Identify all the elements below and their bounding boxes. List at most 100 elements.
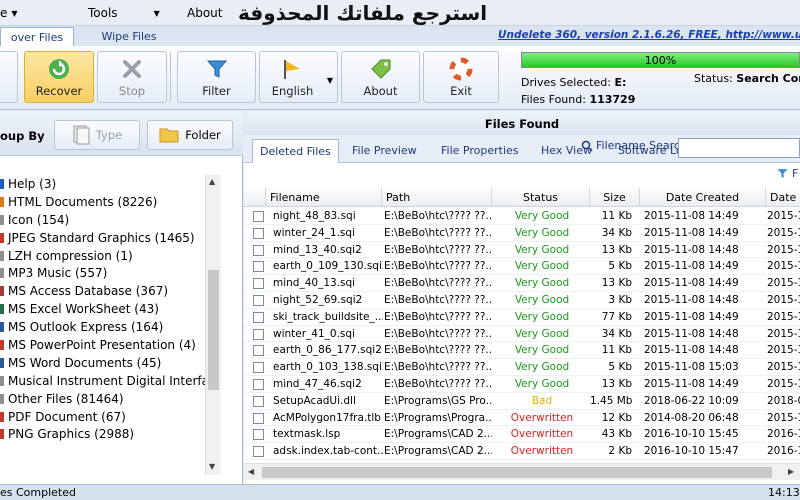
row-checkbox[interactable] (253, 446, 264, 458)
search-status: Status: Search Comp (694, 72, 800, 85)
table-row[interactable]: earth_0_109_130.sqi2 E:\BeBo\htc\???? ??.… (244, 258, 800, 276)
table-row[interactable]: night_52_69.sqi2 E:\BeBo\htc\???? ??... Ve… (244, 292, 800, 309)
tree-item[interactable]: JPEG Standard Graphics (1465) (0, 229, 206, 247)
stop-button[interactable]: Stop (97, 51, 167, 103)
tab-deleted-files[interactable]: Deleted Files (252, 139, 339, 163)
tree-item[interactable]: HTML Documents (8226) (0, 193, 206, 211)
scrollbar-thumb[interactable] (208, 270, 219, 390)
tree-item[interactable]: MS PowerPoint Presentation (4) (0, 336, 206, 354)
about-button[interactable]: About (341, 51, 420, 103)
tree-item[interactable]: Icon (154) (0, 211, 206, 229)
table-row[interactable]: mind_47_46.sqi2 E:\BeBo\htc\???? ??... Ver… (244, 376, 800, 393)
table-row[interactable]: textmask.lsp E:\Programs\CAD 2... Overwrit… (244, 426, 800, 444)
tree-item[interactable]: MS Excel WorkSheet (43) (0, 300, 206, 318)
row-checkbox[interactable] (253, 345, 264, 357)
tree-item[interactable]: Help (3) (0, 175, 206, 193)
tree-item[interactable]: MP3 Music (557) (0, 264, 206, 282)
table-row[interactable]: ski_track_buildsite_... E:\BeBo\htc\???? … (244, 309, 800, 326)
group-folder-label: Folder (185, 128, 221, 142)
header-path[interactable]: Path (382, 188, 492, 207)
row-checkbox[interactable] (253, 295, 264, 306)
tree-item[interactable]: Other Files (81464) (0, 390, 206, 408)
table-row[interactable]: night_48_83.sqi E:\BeBo\htc\???? ??... Ver… (244, 208, 800, 225)
row-checkbox[interactable] (253, 211, 264, 222)
cell-filename: earth_0_103_138.sqi2 (273, 361, 383, 374)
file-type-icon (0, 250, 4, 261)
tree-item-label: PNG Graphics (2988) (8, 427, 135, 442)
tree-item[interactable]: MS Access Database (367) (0, 282, 206, 300)
row-checkbox[interactable] (253, 278, 264, 290)
scroll-right-icon[interactable]: ▶ (788, 467, 794, 476)
menu-about[interactable]: About (187, 6, 222, 20)
row-checkbox[interactable] (253, 244, 264, 256)
table-row[interactable]: earth_0_103_138.sqi2 E:\BeBo\htc\???? ??.… (244, 359, 800, 376)
header-size[interactable]: Size (590, 188, 640, 207)
tree-item[interactable]: MS Word Documents (45) (0, 354, 206, 372)
tree-item[interactable]: MS Outlook Express (164) (0, 318, 206, 336)
scrollbar-thumb[interactable] (262, 467, 772, 478)
row-checkbox[interactable] (253, 412, 264, 424)
group-folder-button[interactable]: Folder (147, 120, 233, 150)
table-row[interactable]: earth_0_86_177.sqi2 E:\BeBo\htc\???? ??..… (244, 342, 800, 360)
tab-wipe-files[interactable]: Wipe Files (80, 27, 178, 46)
tree-item[interactable]: Musical Instrument Digital Interface (0, 372, 206, 390)
cell-filename: mind_13_40.sqi2 (273, 243, 362, 256)
menu-file[interactable]: e ▼ (0, 6, 18, 20)
filename-search-input[interactable] (678, 138, 800, 158)
header-filename[interactable]: Filename (266, 188, 382, 207)
cell-path: E:\BeBo\htc\???? ??... (384, 378, 492, 390)
status-bar-time: 14:13 (768, 486, 800, 499)
group-type-button[interactable]: Type (54, 120, 140, 150)
tree-item-label: LZH compression (1) (8, 248, 133, 263)
language-button[interactable]: English ▼ (259, 51, 338, 103)
table-row[interactable]: winter_24_1.sqi E:\BeBo\htc\???? ??... Ver… (244, 225, 800, 242)
tree-item[interactable]: LZH compression (1) (0, 247, 206, 265)
app-version-link[interactable]: Undelete 360, version 2.1.6.26, FREE, ht… (498, 29, 800, 41)
file-type-icon (0, 393, 4, 404)
header-date-modified[interactable]: Date (766, 188, 800, 207)
table-row[interactable]: mind_40_13.sqi E:\BeBo\htc\???? ??... Very… (244, 275, 800, 292)
recover-button[interactable]: Recover (24, 51, 94, 103)
cell-size: 5 Kb (608, 361, 632, 374)
header-checkbox[interactable] (244, 188, 266, 207)
menu-bar: e ▼ Tools ▼ About استرجع ملفاتك المحذوفة (0, 0, 800, 26)
row-checkbox[interactable] (253, 227, 264, 239)
row-checkbox[interactable] (253, 362, 264, 374)
cell-path: E:\BeBo\htc\???? ??... (384, 361, 492, 374)
row-checkbox[interactable] (253, 429, 264, 441)
row-checkbox[interactable] (253, 311, 264, 323)
cell-date-created: 2015-11-08 14:48 (644, 243, 739, 256)
exit-button[interactable]: Exit (423, 51, 499, 103)
row-checkbox[interactable] (253, 379, 264, 390)
tree-item[interactable]: PNG Graphics (2988) (0, 425, 206, 443)
header-status[interactable]: Status (492, 188, 590, 207)
table-hscrollbar[interactable]: ◀ ▶ (244, 463, 800, 480)
cell-status: Overwritten (510, 445, 574, 458)
table-row[interactable]: adsk.index.tab-cont... E:\Programs\CAD 2.… (244, 443, 800, 460)
table-row[interactable]: winter_41_0.sqi E:\BeBo\htc\???? ??... Ver… (244, 326, 800, 343)
cell-filename: night_52_69.sqi2 (273, 294, 363, 306)
cell-size: 1.45 Mb (590, 394, 632, 407)
menu-tools[interactable]: Tools ▼ (88, 6, 160, 20)
tab-recover-files[interactable]: over Files (0, 27, 74, 46)
left-panel: oup By Type Folder Help (3) HTML Document… (0, 111, 243, 484)
table-row[interactable]: AcMPolygon17fra.tlb E:\Programs\Progra...… (244, 410, 800, 427)
filter-button[interactable]: Filter (177, 51, 256, 103)
tab-file-preview[interactable]: File Preview (352, 144, 417, 157)
tree-scrollbar[interactable]: ▲ ▼ (205, 175, 221, 475)
header-date-created[interactable]: Date Created (640, 188, 766, 207)
folder-icon (159, 128, 179, 143)
scan-button[interactable] (0, 51, 18, 103)
row-checkbox[interactable] (253, 395, 264, 407)
scroll-left-icon[interactable]: ◀ (248, 467, 254, 476)
tab-file-properties[interactable]: File Properties (441, 144, 519, 157)
cell-date-created: 2015-11-08 14:48 (644, 344, 739, 357)
scroll-down-icon[interactable]: ▼ (209, 462, 215, 471)
tree-item[interactable]: PDF Document (67) (0, 408, 206, 426)
row-checkbox[interactable] (253, 328, 264, 340)
table-row[interactable]: SetupAcadUi.dll E:\Programs\GS Pro... Bad 1… (244, 393, 800, 410)
table-row[interactable]: mind_13_40.sqi2 E:\BeBo\htc\???? ??... Ver… (244, 242, 800, 259)
column-filter-button[interactable]: F (776, 167, 798, 180)
scroll-up-icon[interactable]: ▲ (209, 177, 215, 186)
row-checkbox[interactable] (253, 261, 264, 273)
